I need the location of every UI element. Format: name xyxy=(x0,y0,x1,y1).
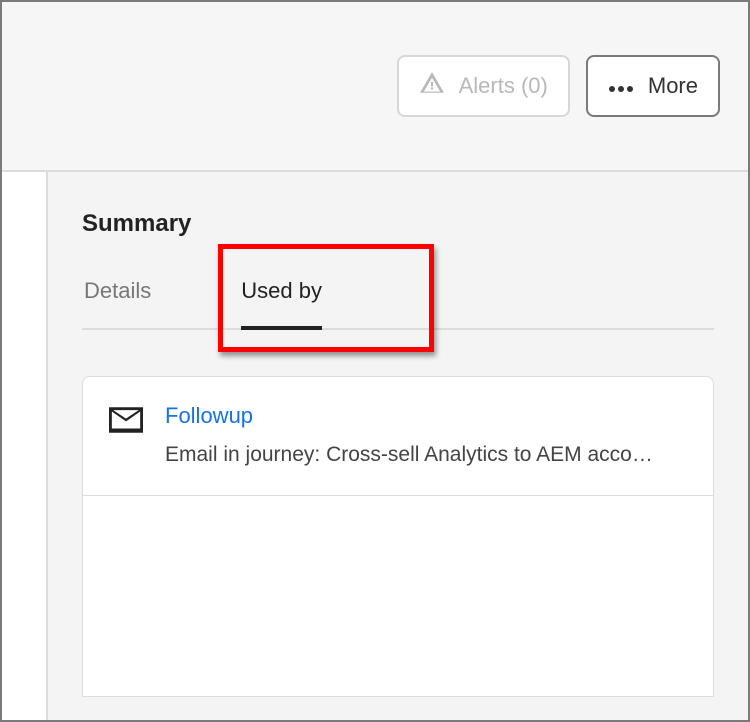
top-bar: Alerts (0) More xyxy=(2,2,748,172)
alert-triangle-icon xyxy=(419,70,445,102)
summary-panel: Summary Details Used by Followup Email i… xyxy=(48,172,748,720)
used-by-list: Followup Email in journey: Cross-sell An… xyxy=(82,376,714,697)
more-button[interactable]: More xyxy=(586,55,720,117)
list-item[interactable]: Followup Email in journey: Cross-sell An… xyxy=(83,377,713,496)
app-frame: Alerts (0) More Summary Details Used by xyxy=(0,0,750,722)
tab-details[interactable]: Details xyxy=(84,278,151,328)
envelope-icon xyxy=(109,407,143,441)
panel-title: Summary xyxy=(82,210,714,238)
list-item-body: Followup Email in journey: Cross-sell An… xyxy=(165,403,687,467)
alerts-button[interactable]: Alerts (0) xyxy=(397,55,570,117)
alerts-label: Alerts (0) xyxy=(459,73,548,99)
more-label: More xyxy=(648,73,698,99)
more-dots-icon xyxy=(608,73,634,99)
list-item-subtitle: Email in journey: Cross-sell Analytics t… xyxy=(165,443,687,467)
used-by-content: Followup Email in journey: Cross-sell An… xyxy=(82,376,714,697)
list-empty-area xyxy=(83,496,713,696)
lower-region: Summary Details Used by Followup Email i… xyxy=(2,172,748,720)
list-item-title[interactable]: Followup xyxy=(165,403,687,429)
left-strip xyxy=(2,172,48,720)
tab-used-by[interactable]: Used by xyxy=(241,278,322,328)
tab-bar: Details Used by xyxy=(82,278,714,330)
